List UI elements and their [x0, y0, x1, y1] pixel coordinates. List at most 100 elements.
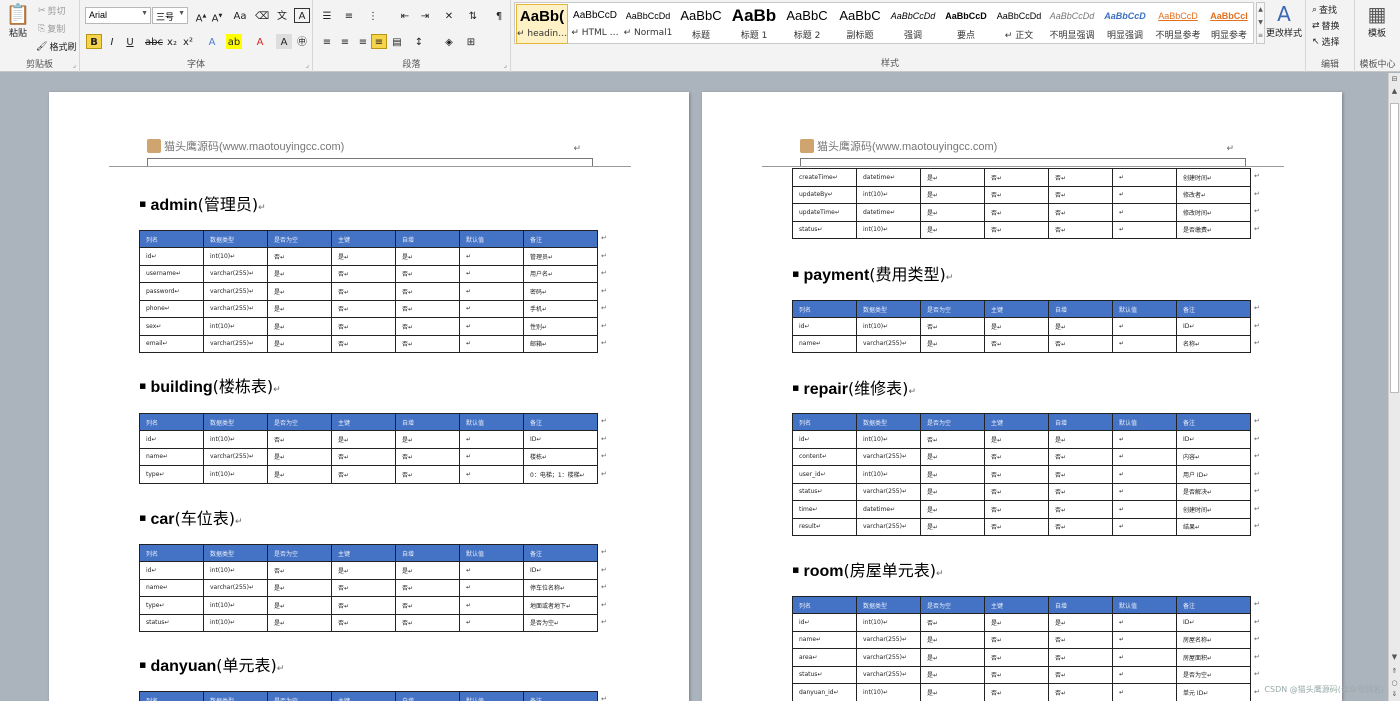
table-cell[interactable]: ID↵	[523, 561, 598, 580]
table-cell[interactable]: 否↵	[984, 447, 1049, 466]
table-cell[interactable]: ID↵	[1176, 430, 1251, 449]
table-cell[interactable]: 否↵	[331, 447, 396, 466]
table-cell[interactable]: ↵	[1112, 185, 1177, 204]
grow-font-icon[interactable]: A▲	[193, 8, 209, 24]
table-cell[interactable]: 性别↵	[523, 317, 598, 336]
table-cell[interactable]: 是↵	[920, 185, 985, 204]
data-table[interactable]: 列名 数据类型 是否为空 主键 自增 默认值 备注 id↵ int(10)↵ 否↵ 是↵ 是↵ ↵ ID↵…	[792, 413, 1251, 536]
table-cell[interactable]: updateTime↵	[792, 203, 857, 222]
table-cell[interactable]: int(10)↵	[856, 465, 921, 484]
table-cell[interactable]: danyuan_id↵	[792, 683, 857, 701]
increase-indent-icon[interactable]: ⇥	[417, 8, 433, 23]
table-cell[interactable]: type↵	[139, 465, 204, 484]
table-cell[interactable]: 否↵	[395, 299, 460, 318]
numbering-icon[interactable]: ≡	[341, 8, 357, 23]
table-cell[interactable]: 否↵	[984, 665, 1049, 684]
table-cell[interactable]: varchar(255)↵	[856, 482, 921, 501]
table-cell[interactable]: int(10)↵	[203, 247, 268, 266]
table-cell[interactable]: 是↵	[395, 430, 460, 449]
table-cell[interactable]: 否↵	[395, 578, 460, 597]
table-cell[interactable]: ↵	[459, 334, 524, 353]
sort-icon[interactable]: ⇅	[465, 8, 481, 23]
table-cell[interactable]: 是↵	[395, 247, 460, 266]
table-cell[interactable]: 是↵	[920, 665, 985, 684]
table-cell[interactable]: 修改者↵	[1176, 185, 1251, 204]
table-cell[interactable]: 停车位名称↵	[523, 578, 598, 597]
table-cell[interactable]: 否↵	[1048, 665, 1113, 684]
table-cell[interactable]: int(10)↵	[856, 613, 921, 632]
scroll-up-icon[interactable]: ▲	[1389, 87, 1400, 95]
table-cell[interactable]: 创建时间↵	[1176, 168, 1251, 187]
data-table[interactable]: 列名 数据类型 是否为空 主键 自增 默认值 备注 id↵ int(10)↵ 否↵ 是↵ 是↵ ↵ ID↵…	[139, 544, 598, 632]
distributed-icon[interactable]: ▤	[389, 34, 405, 49]
table-cell[interactable]: 否↵	[395, 465, 460, 484]
font-name-combo[interactable]: Arial ▼	[85, 7, 151, 24]
style-item[interactable]: AaBb(↵ headin…	[516, 4, 568, 44]
table-cell[interactable]: ↵	[459, 596, 524, 615]
table-cell[interactable]: ↵	[1112, 683, 1177, 701]
table-cell[interactable]: 否↵	[984, 648, 1049, 667]
table-cell[interactable]: id↵	[792, 317, 857, 336]
section-heading[interactable]: ▪ car(车位表)↵	[139, 505, 243, 529]
table-cell[interactable]: phone↵	[139, 299, 204, 318]
italic-icon[interactable]: I	[104, 34, 120, 49]
table-cell[interactable]: 房屋名称↵	[1176, 630, 1251, 649]
table-cell[interactable]: 否↵	[331, 596, 396, 615]
borders-icon[interactable]: ⊞	[463, 34, 479, 49]
table-cell[interactable]: varchar(255)↵	[203, 264, 268, 283]
table-cell[interactable]: 0：电梯；1：楼梯↵	[523, 465, 598, 484]
table-cell[interactable]: 否↵	[1048, 517, 1113, 536]
ruler-toggle-icon[interactable]: ⊟	[1389, 75, 1400, 83]
table-cell[interactable]: 是否缴费↵	[1176, 220, 1251, 239]
justify-icon[interactable]: ≡	[371, 34, 387, 49]
table-cell[interactable]: 是↵	[267, 282, 332, 301]
scroll-down-icon[interactable]: ▼	[1389, 653, 1400, 661]
table-cell[interactable]: ↵	[1112, 465, 1177, 484]
table-cell[interactable]: status↵	[792, 482, 857, 501]
strikethrough-icon[interactable]: abc	[144, 34, 163, 49]
table-cell[interactable]: varchar(255)↵	[203, 578, 268, 597]
table-cell[interactable]: ↵	[1112, 482, 1177, 501]
data-table[interactable]: 列名 数据类型 是否为空 主键 自增 默认值 备注 id↵ int(10)↵ 否↵ 是↵ 是↵ ↵ ID↵…	[792, 300, 1251, 353]
data-table[interactable]: 列名 数据类型 是否为空 主键 自增 默认值 备注 id↵ int(10)↵ 否↵ 是↵ 是↵ ↵ ID↵…	[792, 596, 1251, 701]
style-item[interactable]: AaBbCcD 明显强调	[1099, 4, 1151, 44]
table-cell[interactable]: 否↵	[920, 613, 985, 632]
format-painter-button[interactable]: 🖌 格式刷	[36, 40, 76, 54]
table-cell[interactable]: 是↵	[331, 561, 396, 580]
style-item[interactable]: AaBbC 副标题	[834, 4, 886, 44]
table-cell[interactable]: ↵	[459, 447, 524, 466]
table-cell[interactable]: 是↵	[331, 430, 396, 449]
data-table[interactable]: 列名 数据类型 是否为空 主键 自增 默认值 备注	[139, 691, 598, 701]
table-cell[interactable]: 否↵	[984, 168, 1049, 187]
table-cell[interactable]: 是↵	[267, 299, 332, 318]
table-cell[interactable]: 否↵	[984, 185, 1049, 204]
table-cell[interactable]: 否↵	[331, 282, 396, 301]
table-cell[interactable]: 是↵	[1048, 613, 1113, 632]
style-item[interactable]: AaBbC 标题	[675, 4, 727, 44]
table-cell[interactable]: email↵	[139, 334, 204, 353]
align-left-icon[interactable]: ≡	[319, 34, 335, 49]
table-cell[interactable]: 否↵	[1048, 334, 1113, 353]
table-cell[interactable]: id↵	[792, 613, 857, 632]
table-cell[interactable]: int(10)↵	[856, 317, 921, 336]
table-cell[interactable]: varchar(255)↵	[856, 517, 921, 536]
table-cell[interactable]: 否↵	[984, 630, 1049, 649]
table-cell[interactable]: ↵	[459, 561, 524, 580]
style-item[interactable]: AaBbCcD 不明显参考	[1152, 4, 1204, 44]
table-cell[interactable]: 是↵	[920, 465, 985, 484]
line-spacing-icon[interactable]: ↕	[411, 34, 427, 49]
table-cell[interactable]: 修改时间↵	[1176, 203, 1251, 222]
table-cell[interactable]: 是↵	[267, 317, 332, 336]
table-cell[interactable]: 楼栋↵	[523, 447, 598, 466]
data-table[interactable]: createTime↵ datetime↵ 是↵ 否↵ 否↵ ↵ 创建时间↵ updateBy…	[792, 168, 1251, 239]
section-heading[interactable]: ▪ repair(维修表)↵	[792, 375, 916, 399]
style-item[interactable]: AaBbCcD ↵ HTML …	[569, 4, 621, 44]
table-cell[interactable]: ↵	[1112, 447, 1177, 466]
table-cell[interactable]: 结果↵	[1176, 517, 1251, 536]
table-cell[interactable]: status↵	[792, 220, 857, 239]
table-cell[interactable]: id↵	[139, 561, 204, 580]
table-cell[interactable]: ↵	[1112, 203, 1177, 222]
table-cell[interactable]: 否↵	[1048, 203, 1113, 222]
table-cell[interactable]: 是↵	[984, 430, 1049, 449]
table-cell[interactable]: 否↵	[984, 517, 1049, 536]
